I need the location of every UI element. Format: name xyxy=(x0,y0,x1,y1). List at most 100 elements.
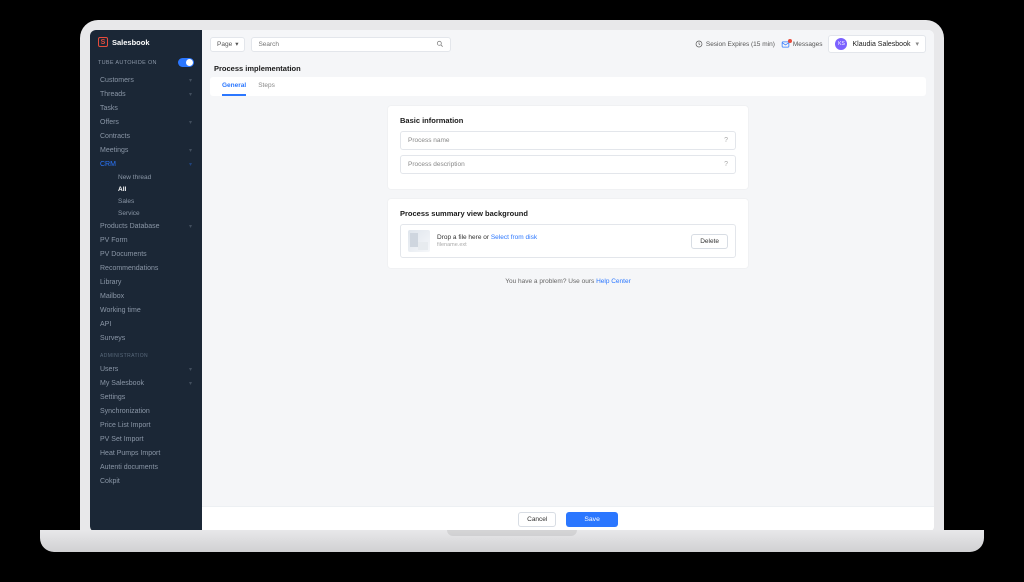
process-name-placeholder: Process name xyxy=(408,137,450,144)
sidebar-item-label: Threads xyxy=(100,91,126,98)
scope-label: Page xyxy=(217,41,232,48)
brand-name: Salesbook xyxy=(112,38,150,47)
messages-link[interactable]: Messages xyxy=(781,40,823,49)
sidebar-item-label: PV Set Import xyxy=(100,436,144,443)
sidebar-item[interactable]: Autenti documents xyxy=(90,460,202,474)
chevron-down-icon: ▾ xyxy=(189,91,192,98)
sidebar-section-label: ADMINISTRATION xyxy=(90,345,202,362)
sidebar-item[interactable]: Settings xyxy=(90,390,202,404)
help-line: You have a problem? Use ours Help Center xyxy=(505,278,631,285)
sidebar-item-label: My Salesbook xyxy=(100,380,144,387)
session-expiry: Sesion Expires (15 min) xyxy=(695,40,775,48)
save-button[interactable]: Save xyxy=(566,512,618,527)
sidebar-item[interactable]: PV Documents xyxy=(90,247,202,261)
sidebar-item-label: Sales xyxy=(118,198,134,205)
page-title: Process implementation xyxy=(202,58,934,77)
process-name-field[interactable]: Process name ? xyxy=(400,131,736,150)
sidebar-item-label: Price List Import xyxy=(100,422,151,429)
cancel-button[interactable]: Cancel xyxy=(518,512,556,527)
main: Page ▾ Sesion Expires (15 min) xyxy=(202,30,934,532)
sidebar-item[interactable]: Mailbox xyxy=(90,289,202,303)
process-description-field[interactable]: Process description ? xyxy=(400,155,736,174)
sidebar-item[interactable]: Cokpit xyxy=(90,474,202,488)
sidebar-item-label: Meetings xyxy=(100,147,128,154)
select-from-disk-link[interactable]: Select from disk xyxy=(491,234,537,241)
sidebar-item-label: Cokpit xyxy=(100,478,120,485)
sidebar-item[interactable]: My Salesbook ▾ xyxy=(90,376,202,390)
clock-icon xyxy=(695,40,703,48)
sidebar-item[interactable]: PV Form xyxy=(90,233,202,247)
chevron-down-icon: ▾ xyxy=(189,380,192,387)
sidebar-item-label: Settings xyxy=(100,394,125,401)
thumbnail-icon xyxy=(408,230,430,252)
sidebar-item-label: All xyxy=(118,186,126,193)
sidebar-item[interactable]: Working time xyxy=(90,303,202,317)
upload-text: Drop a file here or Select from disk fil… xyxy=(437,234,684,248)
sidebar-nav: Customers▾Threads▾TasksOffers▾ContractsM… xyxy=(90,73,202,532)
help-prefix: You have a problem? Use ours xyxy=(505,278,596,285)
sidebar-item[interactable]: All xyxy=(108,183,202,195)
chevron-down-icon: ▾ xyxy=(189,147,192,154)
chevron-down-icon: ▾ xyxy=(189,223,192,230)
help-icon[interactable]: ? xyxy=(724,161,728,168)
background-card: Process summary view background Drop a f… xyxy=(388,199,748,268)
sidebar-item[interactable]: Library xyxy=(90,275,202,289)
help-center-link[interactable]: Help Center xyxy=(596,278,631,285)
background-card-title: Process summary view background xyxy=(400,209,736,218)
messages-label: Messages xyxy=(793,41,823,48)
chevron-down-icon: ▾ xyxy=(189,161,192,168)
sidebar-item-label: Library xyxy=(100,279,121,286)
sidebar-item[interactable]: Synchronization xyxy=(90,404,202,418)
sidebar-item-label: Customers xyxy=(100,77,134,84)
sidebar-item[interactable]: Users▾ xyxy=(90,362,202,376)
user-name: Klaudia Salesbook xyxy=(852,41,910,48)
sidebar-item[interactable]: Heat Pumps Import xyxy=(90,446,202,460)
sidebar-item[interactable]: PV Set Import xyxy=(90,432,202,446)
sidebar-submenu: New thread All Sales Service xyxy=(90,171,202,219)
sidebar-item[interactable]: Offers▾ xyxy=(90,115,202,129)
sidebar-item[interactable]: Sales xyxy=(108,195,202,207)
sidebar-item[interactable]: Contracts xyxy=(90,129,202,143)
sidebar-item[interactable]: Price List Import xyxy=(90,418,202,432)
sidebar-item[interactable]: Meetings ▾ xyxy=(90,143,202,157)
sidebar-item[interactable]: Threads ▾ xyxy=(90,87,202,101)
search-input[interactable] xyxy=(258,41,436,48)
session-text: Sesion Expires (15 min) xyxy=(706,41,775,48)
sidebar-item-label: API xyxy=(100,321,111,328)
delete-button[interactable]: Delete xyxy=(691,234,728,249)
footer: Cancel Save xyxy=(202,506,934,532)
sidebar-item[interactable]: Products Database▾ xyxy=(90,219,202,233)
sidebar-item-label: Tasks xyxy=(100,105,118,112)
messages-icon xyxy=(781,40,790,49)
sidebar-item[interactable]: New thread xyxy=(108,171,202,183)
sidebar-item[interactable]: Surveys xyxy=(90,331,202,345)
sidebar-item-label: Autenti documents xyxy=(100,464,158,471)
avatar: KS xyxy=(835,38,847,50)
chevron-down-icon: ▾ xyxy=(915,40,919,48)
upload-filename: filename.ext xyxy=(437,242,684,248)
scope-selector[interactable]: Page ▾ xyxy=(210,37,245,52)
chevron-down-icon: ▾ xyxy=(189,366,192,373)
sidebar-item-label: PV Form xyxy=(100,237,128,244)
topbar: Page ▾ Sesion Expires (15 min) xyxy=(202,30,934,58)
sidebar-item[interactable]: Recommendations xyxy=(90,261,202,275)
tab[interactable]: General xyxy=(222,77,246,96)
tab[interactable]: Steps xyxy=(258,77,275,96)
sidebar-item[interactable]: Tasks xyxy=(90,101,202,115)
sidebar-item[interactable]: API xyxy=(90,317,202,331)
sidebar-item[interactable]: Customers▾ xyxy=(90,73,202,87)
sidebar-item-label: Surveys xyxy=(100,335,125,342)
help-icon[interactable]: ? xyxy=(724,137,728,144)
sidebar-item[interactable]: CRM▾ xyxy=(90,157,202,171)
sidebar-item-label: PV Documents xyxy=(100,251,147,258)
search-box[interactable] xyxy=(251,37,451,52)
sidebar-item-label: Heat Pumps Import xyxy=(100,450,160,457)
sidebar-item-label: Offers xyxy=(100,119,119,126)
sidebar-item[interactable]: Service xyxy=(108,207,202,219)
sidebar-item-label: Mailbox xyxy=(100,293,124,300)
user-menu[interactable]: KS Klaudia Salesbook ▾ xyxy=(828,35,926,53)
chevron-down-icon: ▾ xyxy=(235,40,238,48)
sidebar-item-label: Working time xyxy=(100,307,141,314)
basic-info-card: Basic information Process name ? Process… xyxy=(388,106,748,189)
autohide-toggle[interactable] xyxy=(178,58,194,67)
